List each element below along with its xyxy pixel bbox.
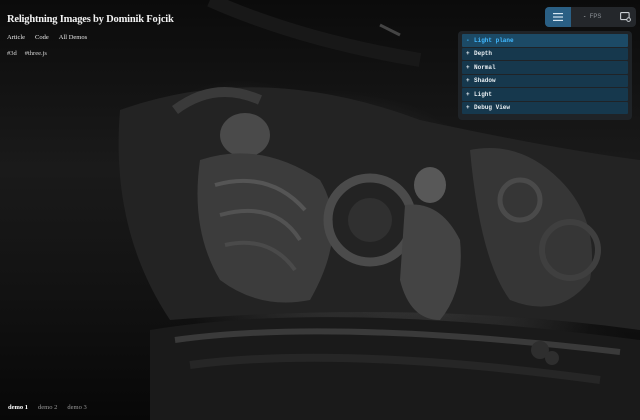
screenshot-button[interactable]: [614, 7, 636, 27]
demo-link-1[interactable]: demo 1: [8, 404, 28, 411]
screenshot-icon: [619, 12, 631, 22]
tag-3d[interactable]: #3d: [7, 50, 17, 57]
expand-sign: +: [466, 77, 470, 85]
fps-counter: - FPS: [571, 14, 614, 20]
menu-toggle-button[interactable]: [545, 7, 571, 27]
expand-sign: +: [466, 50, 470, 58]
folder-normal[interactable]: + Normal: [462, 61, 628, 74]
folder-label: Normal: [474, 63, 496, 71]
header-nav: Article Code All Demos: [7, 34, 87, 41]
menu-icon: [553, 13, 563, 21]
canvas-viewport[interactable]: Relightning Images by Dominik Fojcik Art…: [0, 0, 640, 420]
folder-label: Debug View: [474, 104, 511, 112]
expand-sign: +: [466, 90, 470, 98]
expand-sign: +: [466, 63, 470, 71]
fps-unit: FPS: [589, 14, 602, 20]
folder-light[interactable]: + Light: [462, 88, 628, 101]
gui-toolbar: - FPS: [545, 7, 636, 27]
nav-link-article[interactable]: Article: [7, 34, 25, 41]
nav-link-all-demos[interactable]: All Demos: [59, 34, 87, 41]
page-title: Relightning Images by Dominik Fojcik: [7, 14, 174, 25]
gui-panel: - Light plane + Depth + Normal + Shadow …: [458, 31, 632, 120]
collapse-sign: -: [466, 36, 470, 44]
expand-sign: +: [466, 104, 470, 112]
folder-debug-view[interactable]: + Debug View: [462, 101, 628, 114]
demo-switcher: demo 1 demo 2 demo 3: [8, 404, 87, 411]
folder-label: Depth: [474, 50, 493, 58]
demo-link-3[interactable]: demo 3: [67, 404, 86, 411]
fps-value: -: [583, 14, 586, 20]
demo-link-2[interactable]: demo 2: [38, 404, 57, 411]
tag-list: #3d #three.js: [7, 50, 47, 57]
folder-label: Shadow: [474, 77, 496, 85]
folder-label: Light plane: [474, 36, 514, 44]
folder-depth[interactable]: + Depth: [462, 47, 628, 60]
folder-shadow[interactable]: + Shadow: [462, 74, 628, 87]
folder-label: Light: [474, 90, 493, 98]
folder-light-plane[interactable]: - Light plane: [462, 34, 628, 47]
tag-threejs[interactable]: #three.js: [25, 50, 47, 57]
nav-link-code[interactable]: Code: [35, 34, 49, 41]
